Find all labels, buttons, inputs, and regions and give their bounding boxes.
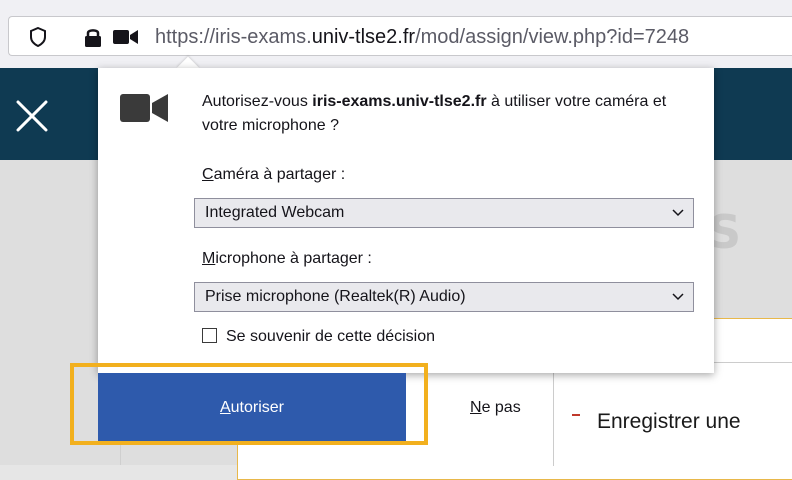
camera-select[interactable]: Integrated Webcam <box>194 198 694 228</box>
chevron-down-icon <box>672 209 684 217</box>
permission-message: Autorisez-vous iris-exams.univ-tlse2.fr … <box>202 93 667 134</box>
camera-label: Caméra à partager : <box>202 166 346 183</box>
remember-checkbox[interactable] <box>202 328 217 343</box>
record-indicator <box>572 414 580 416</box>
deny-button[interactable]: Ne pas <box>470 373 521 443</box>
remember-label: Se souvenir de cette décision <box>226 328 436 345</box>
chevron-down-icon <box>672 293 684 301</box>
camera-icon <box>120 94 168 122</box>
camera-select-value: Integrated Webcam <box>205 204 345 221</box>
shield-icon[interactable] <box>29 27 47 47</box>
record-button-label[interactable]: Enregistrer une <box>597 410 741 434</box>
lock-icon[interactable] <box>83 26 103 48</box>
microphone-select[interactable]: Prise microphone (Realtek(R) Audio) <box>194 282 694 312</box>
microphone-label: Microphone à partager : <box>202 250 372 267</box>
close-icon[interactable] <box>12 96 52 136</box>
url-text[interactable]: https://iris-exams.univ-tlse2.fr/mod/ass… <box>155 17 689 57</box>
camera-permission-icon[interactable] <box>113 28 139 46</box>
microphone-select-value: Prise microphone (Realtek(R) Audio) <box>205 288 466 305</box>
browser-toolbar: https://iris-exams.univ-tlse2.fr/mod/ass… <box>0 0 792 68</box>
highlight-frame <box>70 363 428 445</box>
address-bar[interactable]: https://iris-exams.univ-tlse2.fr/mod/ass… <box>8 16 792 56</box>
